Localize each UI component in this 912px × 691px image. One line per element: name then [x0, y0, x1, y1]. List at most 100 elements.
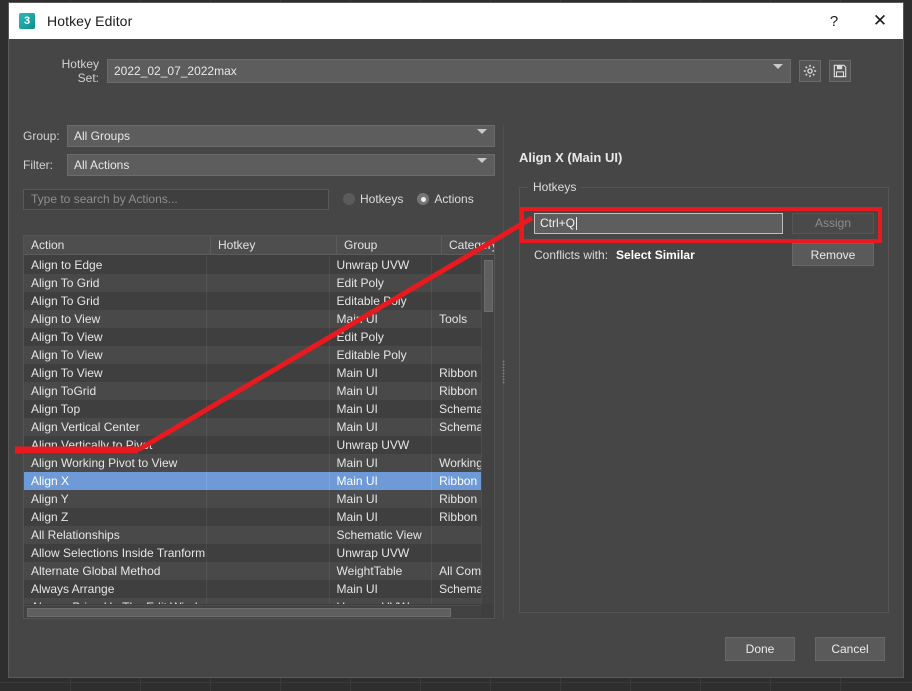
table-row[interactable]: Align To Grid Editable Poly [24, 292, 481, 310]
table-row[interactable]: Align Z Main UI Ribbon - M [24, 508, 481, 526]
hotkey-set-dropdown[interactable]: 2022_02_07_2022max [107, 59, 791, 83]
table-row[interactable]: Always Bring Up The Edit Window Unwrap UV… [24, 598, 481, 604]
cell-hotkey [207, 490, 330, 508]
actions-table: Action Hotkey Group Category Align to Ed… [23, 235, 495, 619]
cell-category: Ribbon - M [439, 492, 481, 506]
cell-group: Edit Poly [330, 328, 433, 346]
cell-category: Ribbon - M [439, 366, 481, 380]
splitter-grip-icon [502, 360, 505, 384]
cell-action: Allow Selections Inside Tranform ... [24, 544, 207, 562]
gear-icon[interactable] [799, 60, 821, 82]
detail-title: Align X (Main UI) [519, 150, 623, 165]
table-row[interactable]: Align to Edge Unwrap UVW [24, 256, 481, 274]
cell-category [432, 256, 481, 274]
column-header-action[interactable]: Action [24, 236, 211, 254]
cell-action: Align Working Pivot to View [24, 454, 207, 472]
cell-group: Editable Poly [330, 292, 433, 310]
cell-action: Alternate Global Method [24, 562, 207, 580]
column-header-hotkey[interactable]: Hotkey [211, 236, 337, 254]
3ds-max-icon: 3 [19, 13, 35, 29]
filter-dropdown[interactable]: All Actions [67, 154, 495, 177]
panel-splitter[interactable] [498, 125, 510, 619]
horizontal-scroll-thumb[interactable] [27, 608, 451, 617]
table-row[interactable]: Align ToGrid Main UI Ribbon - M [24, 382, 481, 400]
table-row[interactable]: Align Top Main UI Schematic [24, 400, 481, 418]
table-row[interactable]: Align To View Main UI Ribbon - M [24, 364, 481, 382]
radio-hotkeys[interactable]: Hotkeys [343, 192, 403, 206]
column-header-group[interactable]: Group [337, 236, 442, 254]
table-row[interactable]: Align to View Main UI Tools [24, 310, 481, 328]
cell-action: Align ToGrid [24, 382, 207, 400]
cell-action: Always Bring Up The Edit Window [24, 598, 207, 604]
search-row: Hotkeys Actions [23, 188, 495, 210]
filter-value: All Actions [74, 158, 130, 172]
cell-category [432, 526, 481, 544]
cell-action: Align Vertically to Pivot [24, 436, 207, 454]
cell-group: Main UI [330, 472, 433, 490]
cell-hotkey [207, 544, 330, 562]
action-filter-row: Filter: All Actions [23, 154, 495, 177]
cell-group: Schematic View [330, 526, 433, 544]
cell-group: Unwrap UVW [330, 544, 433, 562]
actions-panel: Group: All Groups Filter: All Actions Ho… [23, 125, 495, 619]
help-icon[interactable]: ? [811, 3, 857, 39]
cell-category: Schematic [439, 402, 481, 416]
cell-action: Align To Grid [24, 292, 207, 310]
cell-action: Align To View [24, 364, 207, 382]
search-input[interactable] [23, 188, 329, 210]
radio-actions-label: Actions [434, 192, 474, 206]
close-icon[interactable]: ✕ [857, 3, 903, 39]
cell-action: All Relationships [24, 526, 207, 544]
cell-action: Align To Grid [24, 274, 207, 292]
hotkey-input[interactable]: Ctrl+Q [534, 212, 783, 234]
group-value: All Groups [74, 129, 131, 143]
text-caret [576, 216, 578, 230]
cell-action: Align To View [24, 328, 207, 346]
dialog-body: Hotkey Set: 2022_02_07_2022max Group: Al… [9, 39, 903, 677]
table-row[interactable]: Align Working Pivot to View Main UI Workin… [24, 454, 481, 472]
table-row[interactable]: Always Arrange Main UI Schematic [24, 580, 481, 598]
cancel-button[interactable]: Cancel [815, 637, 885, 661]
done-button[interactable]: Done [725, 637, 795, 661]
cell-category [432, 346, 481, 364]
cell-category: Ribbon - M [439, 474, 481, 488]
table-row[interactable]: Allow Selections Inside Tranform ... Unwr… [24, 544, 481, 562]
table-row[interactable]: Align Vertical Center Main UI Schematic [24, 418, 481, 436]
cell-category: Working P [439, 456, 481, 470]
table-row[interactable]: Alternate Global Method WeightTable All Co… [24, 562, 481, 580]
cell-action: Align To View [24, 346, 207, 364]
cell-category: Ribbon - M [439, 384, 481, 398]
cell-action: Align Vertical Center [24, 418, 207, 436]
cell-category: Ribbon - M [439, 510, 481, 524]
table-row[interactable]: Align Vertically to Pivot Unwrap UVW [24, 436, 481, 454]
table-vertical-scrollbar[interactable] [481, 256, 494, 604]
cell-group: Unwrap UVW [330, 436, 433, 454]
vertical-scroll-thumb[interactable] [484, 260, 493, 312]
table-row[interactable]: Align To View Editable Poly [24, 346, 481, 364]
table-row[interactable]: Align Y Main UI Ribbon - M [24, 490, 481, 508]
group-dropdown[interactable]: All Groups [67, 125, 495, 148]
remove-button[interactable]: Remove [792, 243, 874, 266]
column-header-category[interactable]: Category [442, 236, 494, 254]
assign-button[interactable]: Assign [792, 212, 874, 234]
cell-action: Align Top [24, 400, 207, 418]
cell-category: Schematic [439, 582, 481, 596]
cell-category [432, 544, 481, 562]
cell-hotkey [207, 382, 330, 400]
cell-category [432, 274, 481, 292]
cell-category: All Comma [439, 564, 481, 578]
cell-group: Main UI [330, 508, 433, 526]
save-disk-icon[interactable] [829, 60, 851, 82]
table-row[interactable]: All Relationships Schematic View [24, 526, 481, 544]
cell-group: Editable Poly [330, 346, 433, 364]
table-row[interactable]: Align To View Edit Poly [24, 328, 481, 346]
radio-actions[interactable]: Actions [417, 192, 474, 206]
radio-actions-indicator [417, 193, 430, 205]
table-row[interactable]: Align To Grid Edit Poly [24, 274, 481, 292]
cell-group: Main UI [330, 418, 433, 436]
table-row[interactable]: Align X Main UI Ribbon - M [24, 472, 481, 490]
table-horizontal-scrollbar[interactable] [24, 605, 481, 618]
group-filter-row: Group: All Groups [23, 125, 495, 148]
dialog-footer: Done Cancel [9, 623, 903, 677]
cell-action: Align to Edge [24, 256, 207, 274]
